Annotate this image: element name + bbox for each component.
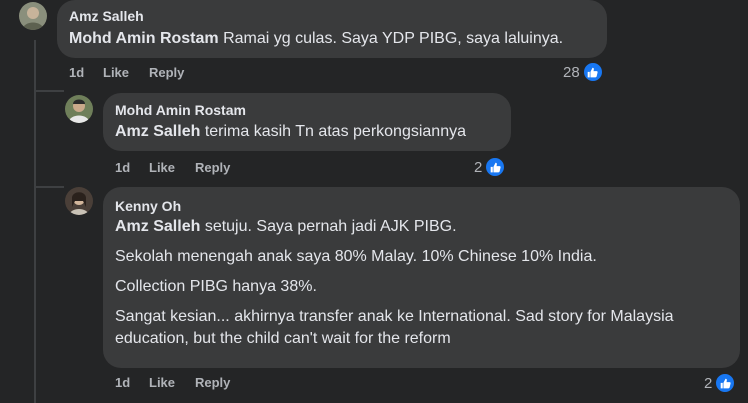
mention-link[interactable]: Amz Salleh [115, 123, 200, 140]
mention-link[interactable]: Mohd Amin Rostam [69, 30, 219, 47]
avatar[interactable] [65, 95, 93, 123]
thumbs-up-icon [484, 156, 507, 178]
avatar[interactable] [65, 187, 93, 215]
thread-line-branch-1 [34, 90, 64, 92]
comment-actions: 1d Like Reply [69, 65, 269, 81]
comment-actions: 1d Like Reply [115, 375, 315, 391]
comment-bubble: Amz Salleh Mohd Amin Rostam Ramai yg cul… [57, 0, 607, 58]
thumbs-up-icon [714, 372, 737, 394]
comment-bubble: Mohd Amin Rostam Amz Salleh terima kasih… [103, 93, 511, 151]
timestamp-link[interactable]: 1d [115, 160, 130, 176]
comment-paragraph: Sangat kesian... akhirnya transfer anak … [115, 308, 674, 347]
comment-text: setuju. Saya pernah jadi AJK PIBG. [204, 218, 457, 235]
like-button[interactable]: Like [149, 375, 175, 391]
comment-text-line: Amz Salleh terima kasih Tn atas perkongs… [115, 121, 499, 143]
comment-text-line: Amz Salleh setuju. Saya pernah jadi AJK … [115, 216, 728, 238]
reaction-count: 2 [474, 158, 483, 176]
reply-button[interactable]: Reply [195, 375, 230, 391]
comment-actions: 1d Like Reply [115, 160, 315, 176]
reply-button[interactable]: Reply [149, 65, 184, 81]
reaction-summary[interactable]: 2 [704, 372, 737, 394]
comment-text: terima kasih Tn atas perkongsiannya [204, 123, 466, 140]
comment-author[interactable]: Mohd Amin Rostam [115, 101, 499, 119]
like-button[interactable]: Like [103, 65, 129, 81]
comment-author[interactable]: Amz Salleh [69, 7, 595, 25]
reaction-count: 28 [563, 63, 580, 81]
comment-author[interactable]: Kenny Oh [115, 197, 728, 215]
thread-line-branch-2 [34, 186, 64, 188]
comment-text: Ramai yg culas. Saya YDP PIBG, saya lalu… [223, 30, 564, 47]
thread-line-vertical [34, 40, 36, 403]
thumbs-up-icon [581, 61, 604, 83]
comment-text-line: Mohd Amin Rostam Ramai yg culas. Saya YD… [69, 28, 595, 50]
timestamp-link[interactable]: 1d [115, 375, 130, 391]
like-button[interactable]: Like [149, 160, 175, 176]
comment-bubble: Kenny Oh Amz Salleh setuju. Saya pernah … [103, 187, 740, 368]
timestamp-link[interactable]: 1d [69, 65, 84, 81]
comment-paragraph: Sekolah menengah anak saya 80% Malay. 10… [115, 248, 597, 265]
reaction-count: 2 [704, 374, 713, 392]
comment-paragraph: Collection PIBG hanya 38%. [115, 278, 317, 295]
reaction-summary[interactable]: 28 [563, 61, 604, 83]
reply-button[interactable]: Reply [195, 160, 230, 176]
mention-link[interactable]: Amz Salleh [115, 218, 200, 235]
avatar[interactable] [19, 2, 47, 30]
reaction-summary[interactable]: 2 [474, 156, 507, 178]
